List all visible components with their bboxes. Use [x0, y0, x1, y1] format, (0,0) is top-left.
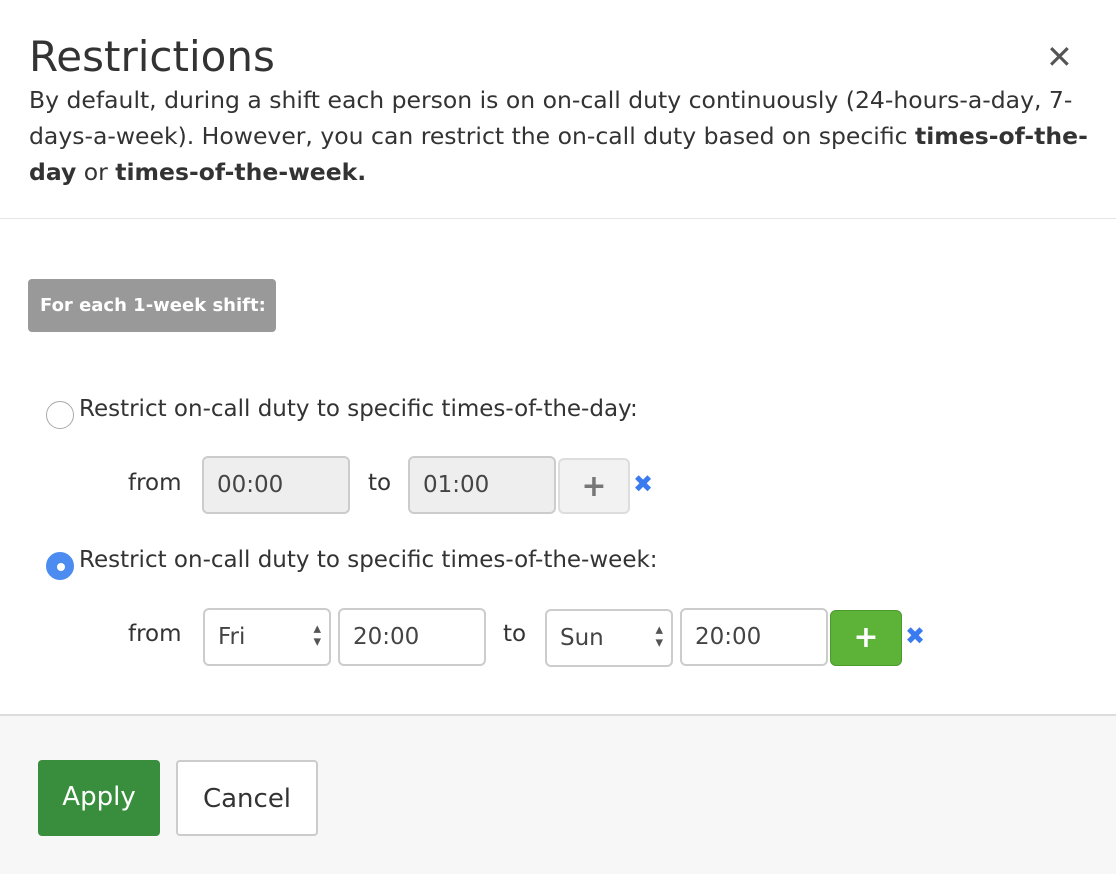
shift-badge: For each 1-week shift:	[28, 279, 276, 332]
radio-times-of-day[interactable]	[46, 401, 74, 429]
dialog-footer: Apply Cancel	[0, 714, 1116, 874]
week-to-time-input[interactable]: 20:00	[680, 608, 828, 666]
dialog-header: Restrictions ✕ By default, during a shif…	[0, 0, 1116, 219]
close-icon[interactable]: ✕	[1046, 38, 1073, 76]
day-add-button[interactable]: +	[558, 458, 630, 514]
day-from-label: from	[128, 470, 182, 496]
day-to-input[interactable]: 01:00	[408, 456, 556, 514]
day-remove-icon[interactable]: ✖	[633, 470, 653, 498]
apply-button[interactable]: Apply	[38, 760, 160, 836]
radio-times-of-week[interactable]	[46, 552, 74, 580]
week-from-time-input[interactable]: 20:00	[338, 608, 486, 666]
dialog-title: Restrictions	[29, 32, 275, 81]
cancel-button[interactable]: Cancel	[176, 760, 318, 836]
week-remove-icon[interactable]: ✖	[905, 622, 925, 650]
week-from-day-select[interactable]: Fri	[203, 608, 331, 666]
day-to-label: to	[368, 470, 392, 496]
week-to-label: to	[503, 621, 527, 647]
week-from-label: from	[128, 621, 182, 647]
week-to-day-select[interactable]: Sun	[545, 609, 673, 667]
day-from-input[interactable]: 00:00	[202, 456, 350, 514]
description-or: or	[76, 158, 116, 186]
radio-times-of-day-label[interactable]: Restrict on-call duty to specific times-…	[79, 396, 638, 422]
dialog-description: By default, during a shift each person i…	[29, 82, 1099, 190]
radio-times-of-week-label[interactable]: Restrict on-call duty to specific times-…	[79, 547, 658, 573]
description-bold-week: times-of-the-week.	[115, 158, 367, 186]
week-add-button[interactable]: +	[830, 610, 902, 666]
